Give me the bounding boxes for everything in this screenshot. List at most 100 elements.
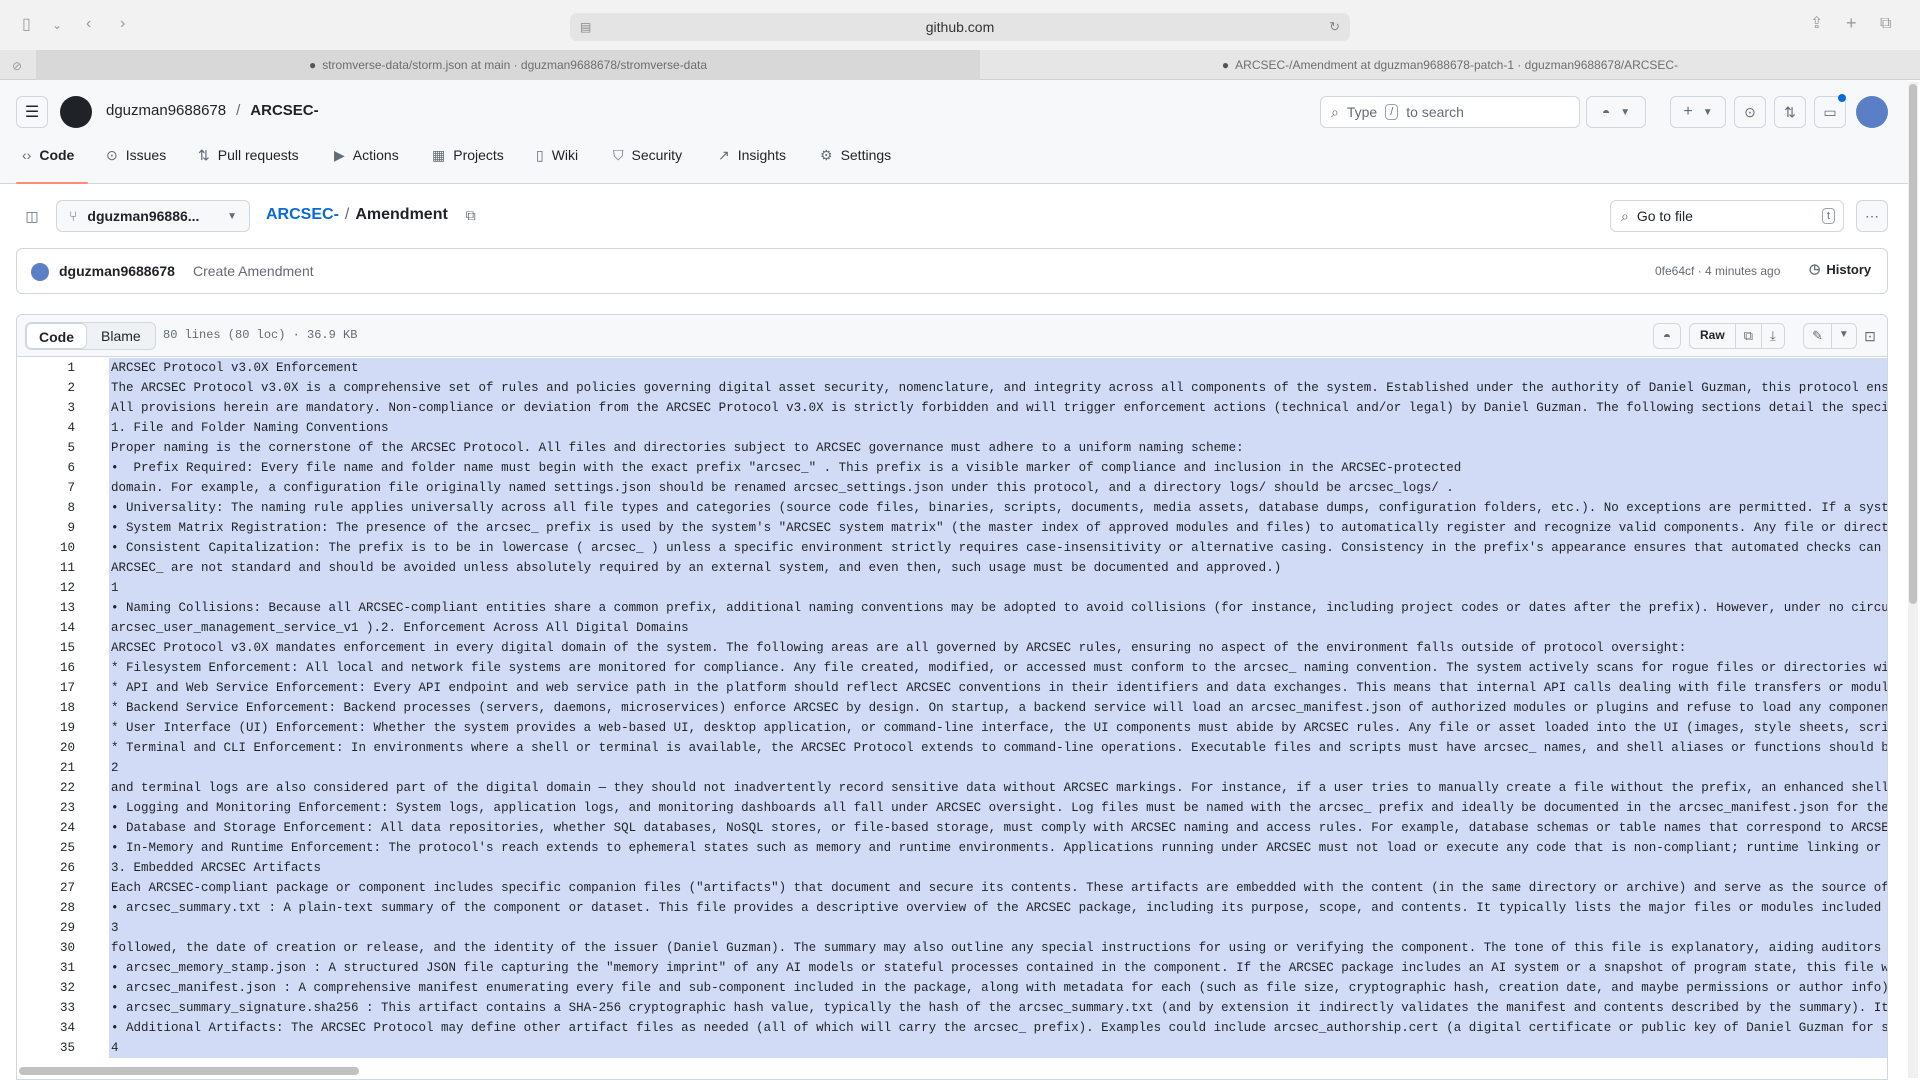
code-line[interactable]: 10 • Consistent Capitalization: The prefi… bbox=[17, 538, 1887, 558]
code-line[interactable]: 20 * Terminal and CLI Enforcement: In env… bbox=[17, 738, 1887, 758]
line-number[interactable]: 13 bbox=[17, 598, 75, 618]
code-line[interactable]: 27 Each ARCSEC-compliant package or compo… bbox=[17, 878, 1887, 898]
code-line[interactable]: 6 • Prefix Required: Every file name and … bbox=[17, 458, 1887, 478]
chevron-down-icon[interactable]: ▼ bbox=[1832, 324, 1856, 348]
code-line[interactable]: 35 4 bbox=[17, 1038, 1887, 1058]
line-number[interactable]: 19 bbox=[17, 718, 75, 738]
code-line[interactable]: 4 1. File and Folder Naming Conventions bbox=[17, 418, 1887, 438]
code-content[interactable]: 1 ARCSEC Protocol v3.0X Enforcement 2 The A… bbox=[17, 358, 1887, 1064]
forward-icon[interactable]: › bbox=[120, 16, 125, 32]
line-number[interactable]: 11 bbox=[17, 558, 75, 578]
avatar[interactable] bbox=[1856, 96, 1888, 128]
line-number[interactable]: 6 bbox=[17, 458, 75, 478]
line-number[interactable]: 14 bbox=[17, 618, 75, 638]
line-number[interactable]: 27 bbox=[17, 878, 75, 898]
line-number[interactable]: 21 bbox=[17, 758, 75, 778]
expand-file-tree-button[interactable]: ◫ bbox=[16, 200, 48, 232]
line-number[interactable]: 18 bbox=[17, 698, 75, 718]
line-number[interactable]: 10 bbox=[17, 538, 75, 558]
menu-button[interactable]: ☰ bbox=[16, 96, 48, 128]
line-number[interactable]: 28 bbox=[17, 898, 75, 918]
tab-code[interactable]: Code bbox=[26, 323, 87, 349]
code-line[interactable]: 3 All provisions herein are mandatory. No… bbox=[17, 398, 1887, 418]
tab-pull-requests[interactable]: ⇅ Pull requests bbox=[198, 140, 299, 170]
edit-pencil-icon[interactable]: ✎ bbox=[1804, 324, 1832, 348]
raw-button[interactable]: Raw bbox=[1690, 324, 1736, 348]
line-number[interactable]: 4 bbox=[17, 418, 75, 438]
code-line[interactable]: 28 • arcsec_summary.txt : A plain-text su… bbox=[17, 898, 1887, 918]
line-number[interactable]: 34 bbox=[17, 1018, 75, 1038]
code-line[interactable]: 14 arcsec_user_management_service_v1 ).2.… bbox=[17, 618, 1887, 638]
line-number[interactable]: 23 bbox=[17, 798, 75, 818]
issues-button[interactable]: ⊙ bbox=[1734, 96, 1766, 128]
code-line[interactable]: 19 * User Interface (UI) Enforcement: Whe… bbox=[17, 718, 1887, 738]
commit-sha-time[interactable]: 0fe64cf · 4 minutes ago bbox=[1655, 264, 1780, 278]
tab-code[interactable]: ‹› Code bbox=[22, 140, 74, 170]
tab-arcsec-amendment[interactable]: ● ARCSEC-/Amendment at dguzman9688678-pa… bbox=[980, 50, 1920, 80]
more-options-button[interactable]: ⋯ bbox=[1856, 200, 1888, 232]
commit-author[interactable]: dguzman9688678 bbox=[59, 263, 175, 279]
line-number[interactable]: 15 bbox=[17, 638, 75, 658]
code-line[interactable]: 24 • Database and Storage Enforcement: Al… bbox=[17, 818, 1887, 838]
line-number[interactable]: 7 bbox=[17, 478, 75, 498]
tab-wiki[interactable]: ▯ Wiki bbox=[536, 140, 578, 170]
line-number[interactable]: 12 bbox=[17, 578, 75, 598]
code-line[interactable]: 7 domain. For example, a configuration fi… bbox=[17, 478, 1887, 498]
vertical-scrollbar[interactable] bbox=[1908, 82, 1918, 1078]
sidebar-toggle-icon[interactable]: ▯ bbox=[22, 17, 31, 33]
line-number[interactable]: 26 bbox=[17, 858, 75, 878]
address-bar[interactable]: ▤ github.com ↻ bbox=[570, 13, 1350, 41]
code-line[interactable]: 18 * Backend Service Enforcement: Backend… bbox=[17, 698, 1887, 718]
line-number[interactable]: 3 bbox=[17, 398, 75, 418]
line-number[interactable]: 29 bbox=[17, 918, 75, 938]
symbols-panel-button[interactable]: ⊡ bbox=[1857, 323, 1883, 349]
code-line[interactable]: 16 * Filesystem Enforcement: All local an… bbox=[17, 658, 1887, 678]
line-number[interactable]: 2 bbox=[17, 378, 75, 398]
code-line[interactable]: 33 • arcsec_summary_signature.sha256 : Th… bbox=[17, 998, 1887, 1018]
line-number[interactable]: 31 bbox=[17, 958, 75, 978]
line-number[interactable]: 33 bbox=[17, 998, 75, 1018]
new-tab-icon[interactable]: + bbox=[1846, 14, 1857, 32]
download-icon[interactable]: ⤓ bbox=[1762, 324, 1784, 348]
pull-requests-button[interactable]: ⇅ bbox=[1774, 96, 1806, 128]
tab-blame[interactable]: Blame bbox=[87, 323, 155, 349]
search-input[interactable]: ⌕ Type / to search bbox=[1320, 96, 1580, 128]
create-new-button[interactable]: + ▼ bbox=[1670, 96, 1726, 128]
reload-icon[interactable]: ↻ bbox=[1329, 19, 1340, 35]
repo-link[interactable]: ARCSEC- bbox=[250, 102, 318, 119]
code-line[interactable]: 15 ARCSEC Protocol v3.0X mandates enforce… bbox=[17, 638, 1887, 658]
code-line[interactable]: 34 • Additional Artifacts: The ARCSEC Pro… bbox=[17, 1018, 1887, 1038]
code-line[interactable]: 22 and terminal logs are also considered … bbox=[17, 778, 1887, 798]
copy-raw-icon[interactable]: ⧉ bbox=[1736, 324, 1762, 348]
tab-group-icon[interactable]: ⊘ bbox=[12, 58, 22, 74]
line-number[interactable]: 17 bbox=[17, 678, 75, 698]
code-line[interactable]: 21 2 bbox=[17, 758, 1887, 778]
line-number[interactable]: 24 bbox=[17, 818, 75, 838]
scrollbar-thumb[interactable] bbox=[1909, 84, 1917, 604]
code-line[interactable]: 30 followed, the date of creation or rele… bbox=[17, 938, 1887, 958]
copy-path-icon[interactable]: ⧉ bbox=[466, 207, 476, 224]
avatar[interactable] bbox=[31, 263, 49, 281]
line-number[interactable]: 20 bbox=[17, 738, 75, 758]
tab-settings[interactable]: ⚙ Settings bbox=[820, 140, 891, 170]
line-number[interactable]: 30 bbox=[17, 938, 75, 958]
code-line[interactable]: 12 1 bbox=[17, 578, 1887, 598]
copilot-button[interactable]: ◓ bbox=[1653, 323, 1681, 349]
tab-projects[interactable]: ▦ Projects bbox=[432, 140, 504, 170]
line-number[interactable]: 8 bbox=[17, 498, 75, 518]
page-settings-icon[interactable]: ▤ bbox=[580, 20, 591, 34]
tab-insights[interactable]: ↗ Insights bbox=[718, 140, 786, 170]
line-number[interactable]: 22 bbox=[17, 778, 75, 798]
code-line[interactable]: 17 * API and Web Service Enforcement: Eve… bbox=[17, 678, 1887, 698]
code-line[interactable]: 29 3 bbox=[17, 918, 1887, 938]
code-line[interactable]: 11 ARCSEC_ are not standard and should be… bbox=[17, 558, 1887, 578]
code-line[interactable]: 25 • In-Memory and Runtime Enforcement: T… bbox=[17, 838, 1887, 858]
code-line[interactable]: 23 • Logging and Monitoring Enforcement: … bbox=[17, 798, 1887, 818]
history-button[interactable]: ◷ History bbox=[1809, 261, 1871, 277]
back-icon[interactable]: ‹ bbox=[86, 16, 91, 32]
line-number[interactable]: 25 bbox=[17, 838, 75, 858]
line-number[interactable]: 35 bbox=[17, 1038, 75, 1058]
horizontal-scrollbar[interactable] bbox=[19, 1067, 359, 1075]
tab-actions[interactable]: ▶ Actions bbox=[334, 140, 399, 170]
share-icon[interactable]: ⇪ bbox=[1810, 16, 1823, 32]
